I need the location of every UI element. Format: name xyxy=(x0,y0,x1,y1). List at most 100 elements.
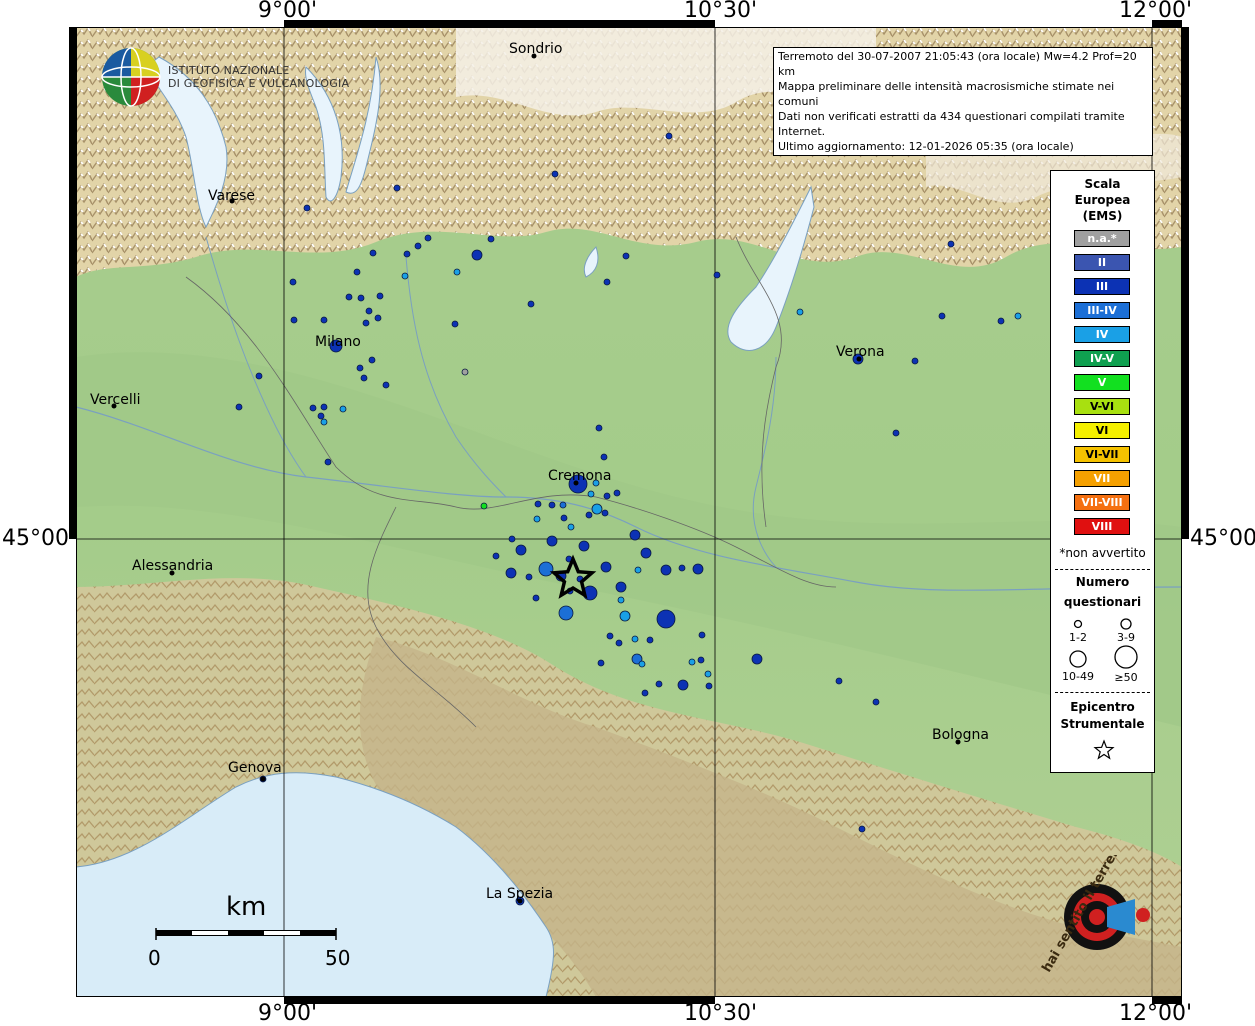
intensity-point xyxy=(360,374,368,382)
legend-size-3: 10-49 xyxy=(1062,670,1094,683)
legend-epicentro: Epicentro xyxy=(1070,700,1135,714)
intensity-point xyxy=(617,596,625,604)
legend-level-12: VIII xyxy=(1074,518,1130,535)
intensity-point xyxy=(353,268,361,276)
legend-level-11: VII-VIII xyxy=(1074,494,1130,511)
intensity-point xyxy=(527,300,535,308)
intensity-point xyxy=(634,566,642,574)
ingv-line2: DI GEOFISICA E VULCANOLOGIA xyxy=(168,77,350,90)
intensity-point xyxy=(356,364,364,372)
intensity-point xyxy=(678,564,686,572)
intensity-point xyxy=(615,581,627,593)
intensity-point xyxy=(656,609,676,629)
legend-numero: Numero xyxy=(1075,575,1130,589)
hsit-logo: hai sentito il terremoto.it xyxy=(1035,806,1160,980)
legend-size-4: ≥50 xyxy=(1114,671,1138,684)
intensity-point xyxy=(480,502,488,510)
city-cremona: Cremona xyxy=(548,468,612,484)
intensity-point xyxy=(357,294,365,302)
legend-level-10: VII xyxy=(1074,470,1130,487)
intensity-point xyxy=(534,500,542,508)
intensity-point xyxy=(796,308,804,316)
intensity-point xyxy=(558,605,574,621)
intensity-point xyxy=(235,403,243,411)
intensity-point xyxy=(320,418,328,426)
intensity-point xyxy=(324,458,332,466)
legend-strumentale: Strumentale xyxy=(1060,717,1145,731)
intensity-point xyxy=(401,272,409,280)
scale-min: 0 xyxy=(148,946,161,970)
ingv-globe-icon xyxy=(101,47,161,107)
intensity-point xyxy=(600,453,608,461)
intensity-point xyxy=(606,632,614,640)
intensity-point xyxy=(688,658,696,666)
intensity-point xyxy=(677,679,689,691)
legend-size-1: 1-2 xyxy=(1069,631,1087,644)
legend-title-2: Europea xyxy=(1074,193,1131,207)
legend-size-2: 3-9 xyxy=(1117,631,1135,644)
intensity-point xyxy=(532,594,540,602)
legend-level-0: n.a.* xyxy=(1074,230,1130,247)
legend-title: Scala Europea (EMS) xyxy=(1051,176,1154,224)
city-genova: Genova xyxy=(228,760,282,776)
intensity-point xyxy=(938,312,946,320)
legend-separator-1 xyxy=(1055,569,1150,570)
legend-level-1: II xyxy=(1074,254,1130,271)
legend-questionari: questionari xyxy=(1063,595,1142,609)
intensity-point xyxy=(597,659,605,667)
legend-level-7: V-VI xyxy=(1074,398,1130,415)
intensity-point xyxy=(461,368,469,376)
intensity-point xyxy=(872,698,880,706)
intensity-point xyxy=(613,489,621,497)
intensity-point xyxy=(403,250,411,258)
intensity-point xyxy=(665,132,673,140)
intensity-point xyxy=(603,278,611,286)
legend-level-4: IV xyxy=(1074,326,1130,343)
intensity-point xyxy=(600,561,612,573)
intensity-point xyxy=(751,653,763,665)
intensity-point xyxy=(655,680,663,688)
intensity-point xyxy=(515,544,527,556)
intensity-point xyxy=(835,677,843,685)
intensity-point xyxy=(492,552,500,560)
intensity-point xyxy=(525,573,533,581)
legend-title-3: (EMS) xyxy=(1082,209,1123,223)
intensity-point xyxy=(567,523,575,531)
intensity-point xyxy=(705,682,713,690)
intensity-point xyxy=(713,271,721,279)
intensity-point xyxy=(595,424,603,432)
intensity-point xyxy=(374,314,382,322)
intensity-point xyxy=(471,249,483,261)
intensity-point xyxy=(320,316,328,324)
info-line1: Terremoto del 30-07-2007 21:05:43 (ora l… xyxy=(778,50,1137,78)
intensity-point xyxy=(382,381,390,389)
intensity-point xyxy=(640,547,652,559)
intensity-point xyxy=(368,356,376,364)
info-line2: Mappa preliminare delle intensità macros… xyxy=(778,80,1115,108)
intensity-point xyxy=(947,240,955,248)
intensity-point xyxy=(290,316,298,324)
legend-level-6: V xyxy=(1074,374,1130,391)
city-varese: Varese xyxy=(208,188,256,204)
intensity-point xyxy=(560,514,568,522)
intensity-point xyxy=(255,372,263,380)
legend-title-1: Scala xyxy=(1084,177,1121,191)
ems-legend: Scala Europea (EMS) n.a.* II III III-IV IV IV… xyxy=(1050,170,1155,773)
intensity-point xyxy=(548,501,556,509)
city-la-spezia: La Spezia xyxy=(486,886,554,902)
intensity-point xyxy=(365,307,373,315)
intensity-point xyxy=(698,631,706,639)
intensity-point xyxy=(629,529,641,541)
legend-level-2: III xyxy=(1074,278,1130,295)
ingv-line1: ISTITUTO NAZIONALE xyxy=(168,64,290,77)
intensity-point xyxy=(578,540,590,552)
intensity-point xyxy=(704,670,712,678)
intensity-point xyxy=(393,184,401,192)
intensity-point xyxy=(858,825,866,833)
intensity-point xyxy=(414,242,422,250)
intensity-point xyxy=(660,564,672,576)
scale-bar xyxy=(155,928,337,940)
intensity-point xyxy=(309,404,317,412)
intensity-point xyxy=(603,492,611,500)
intensity-point xyxy=(303,204,311,212)
